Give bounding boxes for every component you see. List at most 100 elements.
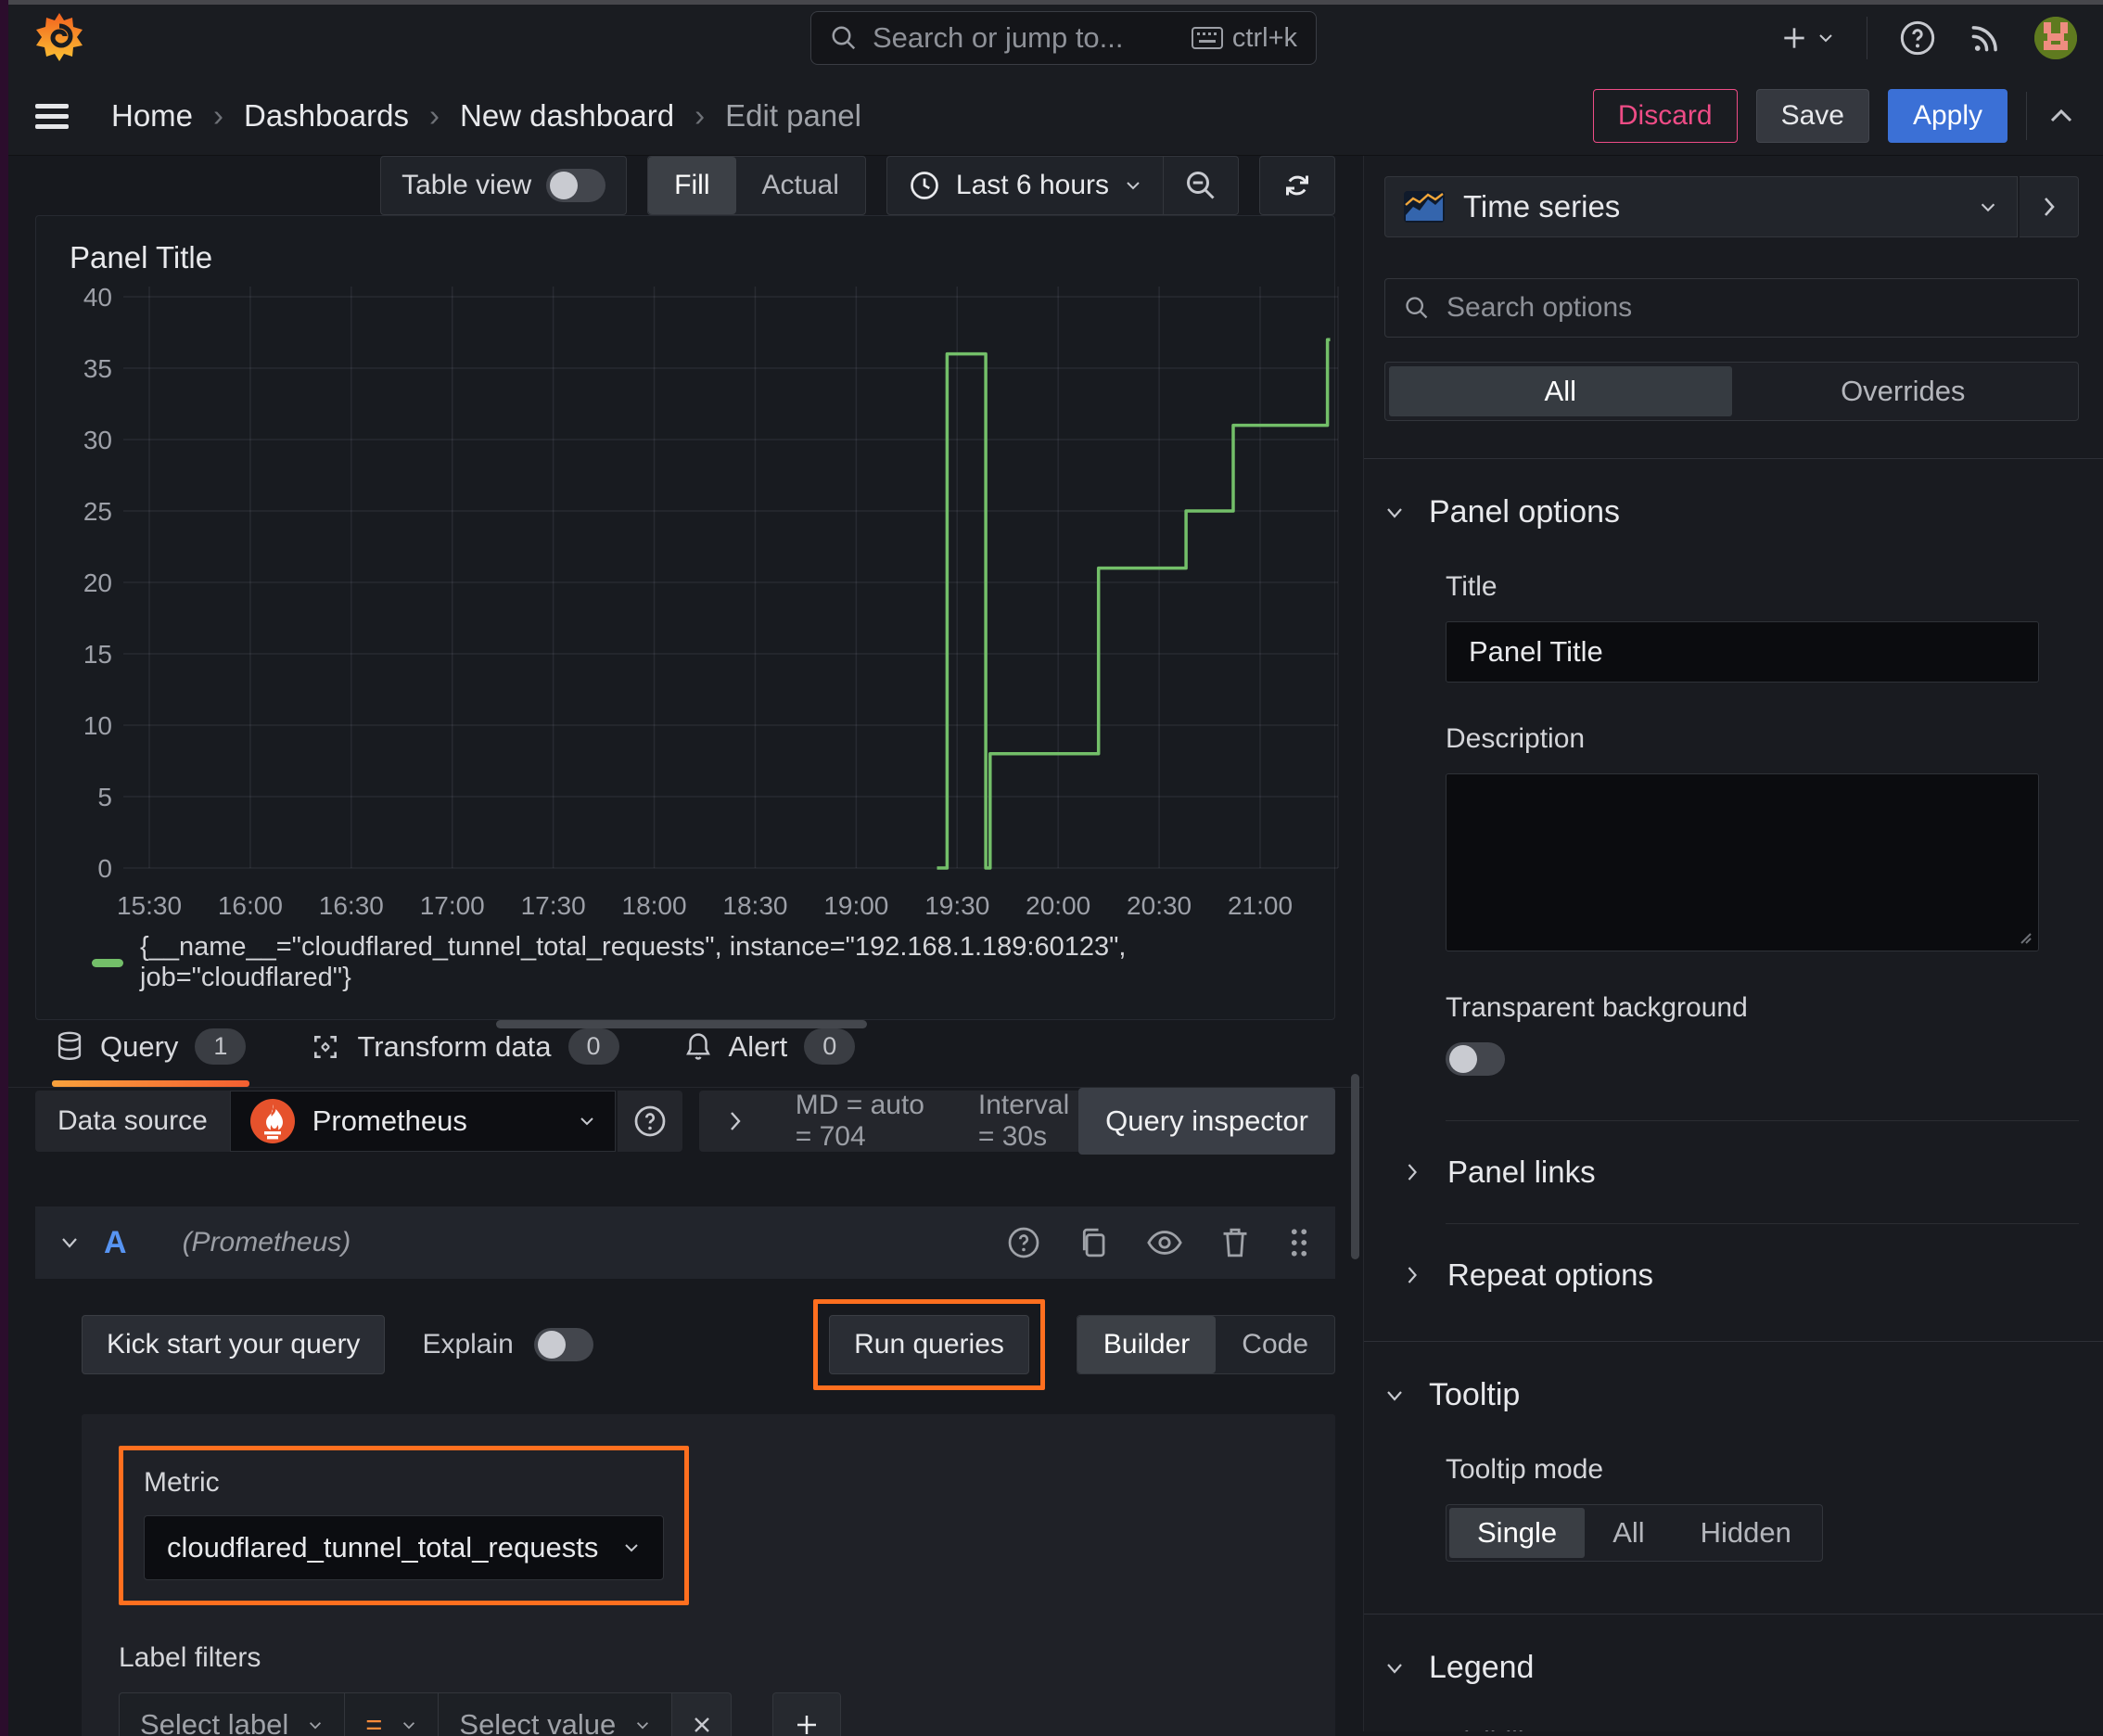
tooltip-single-option[interactable]: Single [1449,1508,1586,1558]
rss-icon [1971,26,1997,52]
tab-alert[interactable]: Alert 0 [684,1028,856,1087]
global-search-input[interactable]: Search or jump to... ctrl+k [810,11,1317,65]
series-swatch[interactable] [92,958,123,967]
svg-text:20:30: 20:30 [1127,891,1192,920]
chevron-right-icon [1408,1267,1417,1283]
breadcrumb-bar: Home › Dashboards › New dashboard › Edit… [0,76,2103,156]
search-icon [832,26,856,50]
refresh-button[interactable] [1260,157,1334,214]
legend-header[interactable]: Legend [1384,1650,2079,1686]
drag-handle-icon[interactable] [1287,1227,1311,1258]
query-inspector-button[interactable]: Query inspector [1078,1088,1335,1155]
user-avatar[interactable] [2034,17,2077,59]
breadcrumb-new-dashboard[interactable]: New dashboard [460,98,674,134]
menu-toggle-button[interactable] [33,101,70,131]
transparent-bg-toggle[interactable] [1446,1042,1505,1076]
title-input[interactable]: Panel Title [1446,621,2039,683]
repeat-options-header[interactable]: Repeat options [1405,1224,2079,1326]
time-range-label: Last 6 hours [955,170,1109,200]
breadcrumb-dashboards[interactable]: Dashboards [244,98,409,134]
display-mode-group: Fill Actual [647,156,866,215]
chart-svg[interactable]: 0 5 10 15 20 25 30 35 40 15:30 16:00 16:30 17:00 17:3… [60,279,1366,930]
datasource-picker[interactable]: Prometheus [229,1091,616,1152]
save-button[interactable]: Save [1755,88,1869,143]
tab-query[interactable]: Query 1 [51,1028,250,1087]
series-label[interactable]: {__name__="cloudflared_tunnel_total_requ… [140,932,1310,993]
tab-all[interactable]: All [1389,366,1732,416]
help-button[interactable] [1899,19,1936,57]
explain-toggle[interactable] [533,1328,593,1361]
collapse-options-button[interactable] [2026,91,2075,140]
chevron-down-icon [1387,1390,1402,1401]
editor-tabs: Query 1 Transform data 0 Alert 0 [0,1028,1363,1088]
actual-option[interactable]: Actual [736,157,865,214]
apply-button[interactable]: Apply [1887,88,2007,143]
options-search-input[interactable]: Search options [1384,278,2079,338]
scrollbar-thumb[interactable] [1351,1074,1359,1259]
bell-icon [685,1032,710,1060]
options-pane: Time series Search options All Overrides [1363,156,2103,1731]
chevron-down-icon [625,1544,639,1552]
panel-options-header[interactable]: Panel options [1384,494,2079,530]
breadcrumb-home[interactable]: Home [111,98,193,134]
window-left-edge [0,0,8,1736]
visualization-picker[interactable]: Time series [1384,176,2018,237]
editor-mode-group: Builder Code [1076,1315,1335,1374]
search-placeholder: Search or jump to... [873,21,1124,54]
discard-button[interactable]: Discard [1592,88,1738,143]
fill-option[interactable]: Fill [648,157,736,214]
run-queries-button[interactable]: Run queries [829,1315,1029,1374]
panel-options-title: Panel options [1429,494,1621,530]
select-label-dropdown[interactable]: Select label [119,1692,346,1736]
trash-icon[interactable] [1220,1226,1250,1259]
builder-option[interactable]: Builder [1077,1316,1217,1373]
query-editor: A (Prometheus) Kick start your query Exp… [0,1155,1363,1736]
kickstart-button[interactable]: Kick start your query [82,1315,386,1374]
resize-handle[interactable] [496,1020,867,1028]
panel-links-header[interactable]: Panel links [1405,1121,2079,1223]
operator-dropdown[interactable]: = [345,1692,440,1736]
query-builder-card: Metric cloudflared_tunnel_total_requests… [82,1414,1335,1736]
datasource-help-button[interactable] [617,1091,682,1152]
top-nav: Search or jump to... ctrl+k [0,0,2103,76]
select-value-dropdown[interactable]: Select value [439,1692,673,1736]
svg-text:16:00: 16:00 [218,891,283,920]
tooltip-header[interactable]: Tooltip [1384,1377,2079,1413]
news-button[interactable] [1968,20,2003,56]
svg-text:19:30: 19:30 [924,891,989,920]
resize-grip-icon[interactable] [2016,928,2033,945]
breadcrumb: Home › Dashboards › New dashboard › Edit… [111,98,861,134]
grafana-logo[interactable] [33,11,85,65]
query-row-header[interactable]: A (Prometheus) [35,1206,1335,1279]
query-ref-letter: A [104,1224,127,1260]
new-menu-button[interactable] [1779,23,1835,53]
panel-title[interactable]: Panel Title [60,233,1310,275]
metric-select[interactable]: cloudflared_tunnel_total_requests [144,1515,665,1580]
tab-transform[interactable]: Transform data 0 [311,1028,619,1087]
code-option[interactable]: Code [1216,1316,1334,1373]
chevron-down-icon [1387,1663,1402,1674]
operator-value: = [365,1708,383,1736]
collapse-pane-button[interactable] [2020,176,2079,237]
query-help-icon[interactable] [1007,1226,1040,1259]
tooltip-all-option[interactable]: All [1585,1508,1672,1558]
remove-filter-button[interactable] [672,1692,733,1736]
metric-label: Metric [144,1467,220,1498]
table-view-toggle[interactable] [546,169,606,202]
chevron-down-icon[interactable] [59,1235,80,1250]
zoom-out-button[interactable] [1164,157,1238,214]
tab-overrides[interactable]: Overrides [1732,366,2075,416]
add-filter-button[interactable] [772,1692,842,1736]
disable-query-icon[interactable] [1146,1229,1183,1257]
chevron-right-icon[interactable] [727,1109,744,1133]
duplicate-icon[interactable] [1077,1226,1109,1259]
description-textarea[interactable] [1446,773,2039,951]
query-count-badge: 1 [195,1028,247,1065]
svg-text:20: 20 [83,568,112,597]
window-top-edge [0,0,2103,5]
plus-icon [797,1716,817,1734]
time-range-picker[interactable]: Last 6 hours [887,157,1163,214]
description-label: Description [1446,723,1586,754]
tooltip-hidden-option[interactable]: Hidden [1673,1508,1819,1558]
chevron-down-icon [1127,182,1140,190]
